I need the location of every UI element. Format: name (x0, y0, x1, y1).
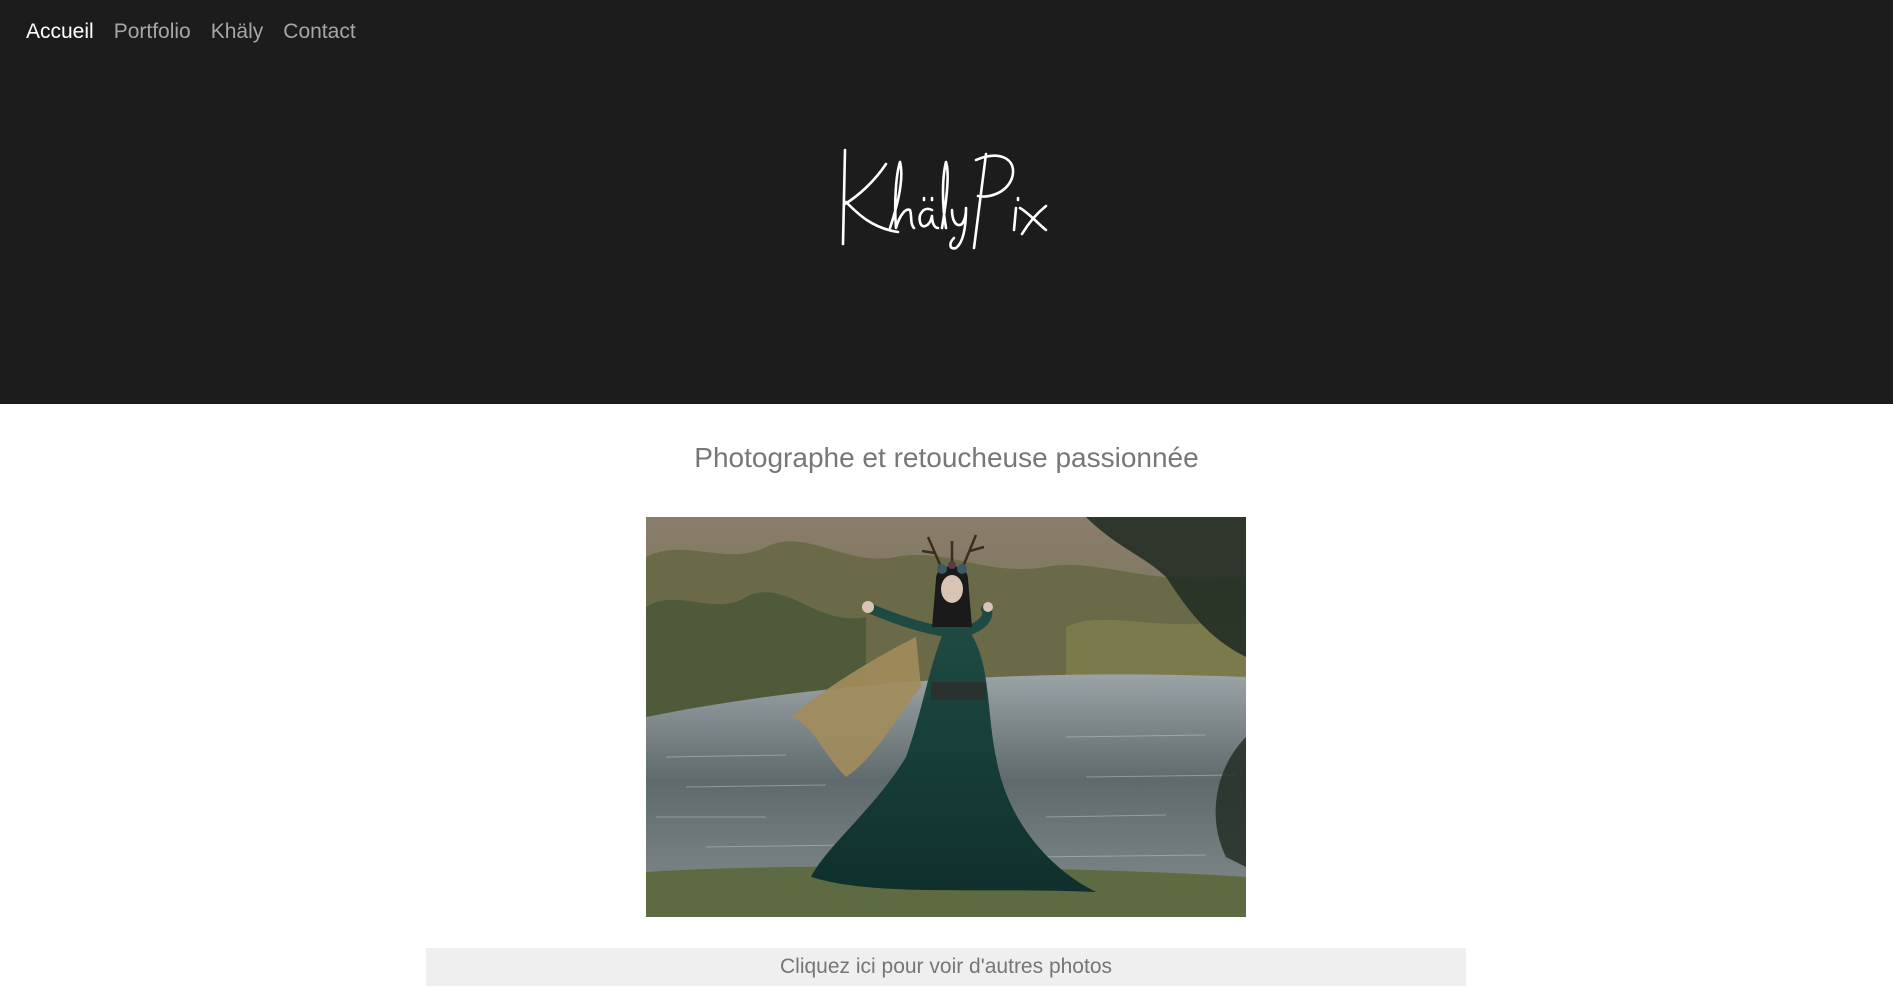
page-tagline: Photographe et retoucheuse passionnée (694, 442, 1199, 473)
featured-photo[interactable] (646, 517, 1246, 917)
featured-photo-image (646, 517, 1246, 917)
more-photos-button[interactable]: Cliquez ici pour voir d'autres photos (426, 948, 1466, 986)
nav-item-contact[interactable]: Contact (283, 20, 355, 44)
nav-item-portfolio[interactable]: Portfolio (114, 20, 191, 44)
logo-signature-graphic (841, 148, 1048, 250)
nav-item-khaly[interactable]: Khäly (211, 20, 264, 44)
site-header: Accueil Portfolio Khäly Contact (0, 0, 1893, 404)
nav-item-accueil[interactable]: Accueil (26, 20, 94, 44)
site-logo[interactable] (836, 144, 1048, 252)
main-nav: Accueil Portfolio Khäly Contact (26, 20, 356, 44)
